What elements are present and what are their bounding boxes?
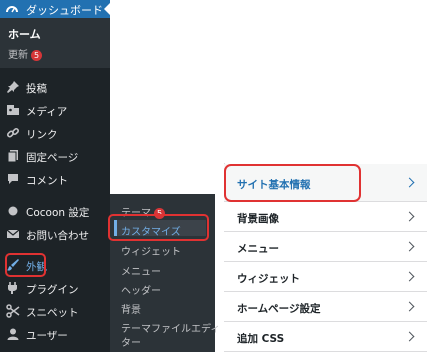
panel-item-label: 背景画像 xyxy=(237,213,279,225)
mail-icon xyxy=(6,227,20,241)
submenu-item-header[interactable]: ヘッダー xyxy=(121,282,161,297)
chevron-right-icon xyxy=(404,241,415,252)
sidebar-item-media[interactable]: メディア xyxy=(0,100,110,120)
panel-item-label: メニュー xyxy=(237,243,279,255)
sidebar-item-label: メディア xyxy=(26,106,68,118)
sidebar-item-plugins[interactable]: プラグイン xyxy=(0,278,110,298)
admin-sidebar: ダッシュボード ホーム 更新 5 投稿 メディア リンク 固定ページ コメント … xyxy=(0,0,110,352)
chevron-right-icon xyxy=(404,331,415,342)
sidebar-item-posts[interactable]: 投稿 xyxy=(0,77,110,97)
sidebar-item-label: 投稿 xyxy=(26,83,47,95)
sidebar-item-cocoon-settings[interactable]: Cocoon 設定 xyxy=(0,201,110,221)
pin-icon xyxy=(6,80,20,94)
chevron-right-icon xyxy=(404,301,415,312)
panel-item-background-image[interactable]: 背景画像 xyxy=(224,202,427,232)
submenu-item-theme-file-editor[interactable]: テーマファイルエディ xyxy=(121,320,220,335)
submenu-item-theme-file-editor-cont: ター xyxy=(121,338,141,349)
current-menu-arrow xyxy=(104,3,110,15)
submenu-item-background[interactable]: 背景 xyxy=(121,301,141,316)
scissors-icon xyxy=(6,304,20,318)
submenu-item-menus[interactable]: メニュー xyxy=(121,263,161,278)
highlight-box-site-identity xyxy=(224,164,361,202)
plugin-icon xyxy=(6,281,20,295)
panel-item-label: 追加 CSS xyxy=(237,333,285,345)
panel-item-label: ホームページ設定 xyxy=(237,303,321,315)
panel-item-homepage-settings[interactable]: ホームページ設定 xyxy=(224,292,427,322)
sidebar-item-label: コメント xyxy=(26,175,68,187)
chevron-right-icon xyxy=(404,177,415,188)
sidebar-item-pages[interactable]: 固定ページ xyxy=(0,146,110,166)
sidebar-item-snippets[interactable]: スニペット xyxy=(0,301,110,321)
sidebar-item-label: 固定ページ xyxy=(26,152,79,164)
media-icon xyxy=(6,103,20,117)
panel-item-menus[interactable]: メニュー xyxy=(224,232,427,262)
sidebar-item-label: Cocoon 設定 xyxy=(26,207,90,219)
sidebar-item-label: リンク xyxy=(26,129,58,141)
chevron-right-icon xyxy=(404,271,415,282)
chevron-right-icon xyxy=(404,211,415,222)
sidebar-item-label: ダッシュボード xyxy=(26,4,103,17)
sidebar-item-label: スニペット xyxy=(26,307,79,319)
page-icon xyxy=(6,149,20,163)
sidebar-item-label: プラグイン xyxy=(26,284,79,296)
submenu-item-label: 更新 xyxy=(8,50,28,61)
dashboard-icon xyxy=(5,2,19,16)
submenu-item-widgets[interactable]: ウィジェット xyxy=(121,243,181,258)
sidebar-item-label: お問い合わせ xyxy=(26,230,89,242)
sidebar-item-links[interactable]: リンク xyxy=(0,123,110,143)
submenu-item-home[interactable]: ホーム xyxy=(8,26,41,42)
sidebar-item-dashboard[interactable]: ダッシュボード xyxy=(0,0,110,18)
sidebar-item-users[interactable]: ユーザー xyxy=(0,324,110,344)
user-icon xyxy=(6,327,20,341)
panel-item-additional-css[interactable]: 追加 CSS xyxy=(224,322,427,352)
sidebar-item-comments[interactable]: コメント xyxy=(0,169,110,189)
panel-item-widgets[interactable]: ウィジェット xyxy=(224,262,427,292)
panel-item-label: ウィジェット xyxy=(237,273,300,285)
cocoon-icon xyxy=(6,204,20,218)
comment-icon xyxy=(6,172,20,186)
update-count-badge: 5 xyxy=(31,49,42,61)
submenu-item-updates[interactable]: 更新 5 xyxy=(8,46,42,61)
highlight-box-customize xyxy=(108,214,209,241)
highlight-box-appearance xyxy=(5,253,46,277)
sidebar-item-label: ユーザー xyxy=(26,330,68,342)
link-icon xyxy=(6,126,20,140)
sidebar-item-contact[interactable]: お問い合わせ xyxy=(0,224,110,244)
